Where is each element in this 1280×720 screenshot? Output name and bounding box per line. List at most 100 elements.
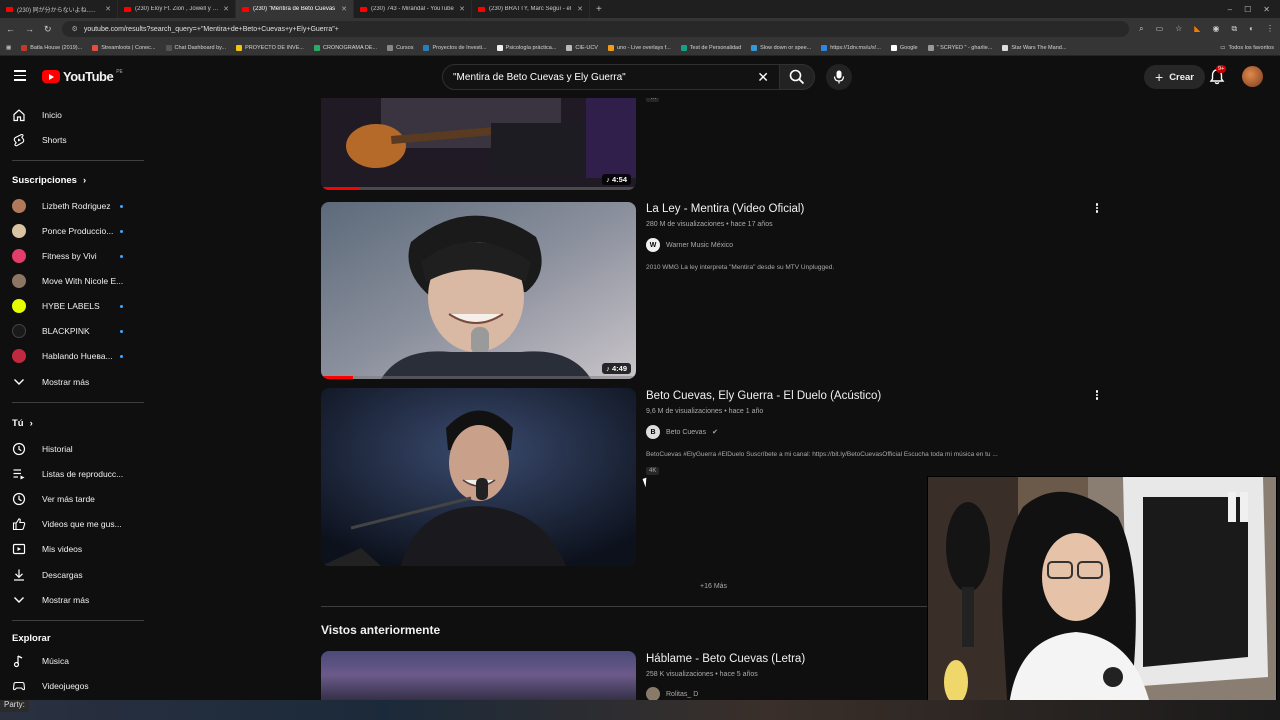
sidebar-item-subscription[interactable]: Ponce Produccio...: [0, 219, 150, 243]
bookmark-label: Cursos: [396, 44, 414, 51]
browser-tab[interactable]: (230) Eloy Ft. Zion , Jowell y Ra ✕: [118, 0, 236, 18]
extensions-puzzle-icon[interactable]: ⧉: [1231, 24, 1237, 34]
sidebar-item-subscription[interactable]: Fitness by Vivi: [0, 244, 150, 268]
create-button[interactable]: + Crear: [1144, 65, 1206, 89]
bookmark-item[interactable]: Psicología práctica...: [496, 44, 556, 51]
extension-icon[interactable]: ◣: [1194, 24, 1200, 34]
video-title[interactable]: La Ley - Mentira (Video Oficial): [646, 203, 804, 215]
browser-tab[interactable]: (230) 743 - Mirandal - YouTube ✕: [354, 0, 472, 18]
bookmark-item[interactable]: Star Wars The Mand...: [1002, 44, 1066, 51]
profile-icon[interactable]: ◐: [1249, 24, 1254, 34]
close-tab-icon[interactable]: ✕: [223, 5, 229, 13]
bookmark-item[interactable]: Chat Dashboard by...: [165, 44, 227, 51]
back-icon[interactable]: ←: [6, 24, 15, 34]
chevron-right-icon: ›: [29, 418, 33, 429]
extension-icon[interactable]: ◉: [1212, 24, 1219, 34]
bookmark-item[interactable]: Google: [890, 44, 918, 51]
reload-icon[interactable]: ↻: [44, 24, 52, 35]
chevron-right-icon: ›: [82, 175, 87, 186]
sidebar-item-subscription[interactable]: HYBE LABELS: [0, 294, 150, 318]
you-show-more[interactable]: Mostrar más: [0, 588, 150, 612]
sidebar-item-music[interactable]: Música: [0, 649, 150, 673]
more-actions-icon[interactable]: [1094, 389, 1100, 403]
video-title[interactable]: Beto Cuevas, Ely Guerra - El Duelo (Acús…: [646, 390, 881, 402]
bookmark-item[interactable]: Test de Personalidad: [680, 44, 741, 51]
status-text: Party:: [0, 700, 29, 712]
subscription-label: Lizbeth Rodriguez: [42, 201, 111, 211]
browser-tab-active[interactable]: (230) "Mentira de Beto Cuevas ✕: [236, 0, 354, 18]
bookmark-item[interactable]: CRONOGRAMA DE...: [313, 44, 377, 51]
browser-tab[interactable]: (230) BRATTY, Marc Seguí - el ✕: [472, 0, 590, 18]
sidebar-item-inicio[interactable]: Inicio: [0, 103, 150, 127]
video-thumbnail[interactable]: [321, 388, 636, 566]
search-button[interactable]: [779, 64, 815, 90]
sidebar-item-subscription[interactable]: Lizbeth Rodriguez: [0, 194, 150, 218]
zoom-icon[interactable]: ⌕: [1139, 24, 1143, 34]
channel-name: Rolitas_ D: [666, 690, 699, 698]
tab-title: (230) BRATTY, Marc Seguí - el: [489, 6, 572, 12]
cast-icon[interactable]: ▭: [1156, 24, 1164, 34]
minimize-icon[interactable]: –: [1228, 5, 1232, 14]
sidebar-item-shorts[interactable]: Shorts: [0, 128, 150, 152]
video-thumbnail[interactable]: ♪ 4:49: [321, 202, 636, 379]
all-bookmarks-folder[interactable]: ▭ Todos los favoritos: [1220, 45, 1274, 51]
sidebar-item-gaming[interactable]: Videojuegos: [0, 674, 150, 698]
site-info-icon[interactable]: ⚙: [72, 25, 78, 33]
account-avatar[interactable]: [1242, 66, 1263, 87]
browser-menu-icon[interactable]: ⋮: [1266, 24, 1274, 34]
new-content-dot: [120, 204, 123, 208]
more-results-link[interactable]: +16 Más: [700, 583, 727, 590]
sidebar-item-subscription[interactable]: Move With Nicole E...: [0, 269, 150, 293]
sidebar-item-liked-videos[interactable]: Videos que me gus...: [0, 512, 150, 536]
bookmark-item[interactable]: Cursos: [387, 44, 414, 51]
menu-hamburger-icon[interactable]: [14, 70, 26, 81]
sidebar-item-historial[interactable]: Historial: [0, 437, 150, 461]
close-tab-icon[interactable]: ✕: [459, 5, 465, 13]
video-meta: 258 K visualizaciones • hace 5 años: [646, 671, 758, 678]
subscriptions-show-more[interactable]: Mostrar más: [0, 370, 150, 394]
sidebar-item-label: Listas de reproducc...: [42, 469, 124, 479]
close-tab-icon[interactable]: ✕: [105, 5, 111, 13]
video-title[interactable]: Háblame - Beto Cuevas (Letra): [646, 653, 805, 665]
bookmark-item[interactable]: Proyectos de Investi...: [423, 44, 487, 51]
bookmark-item[interactable]: " SCRYED " - gharlie...: [927, 44, 992, 51]
sidebar-item-playlists[interactable]: Listas de reproducc...: [0, 462, 150, 486]
sidebar-item-subscription[interactable]: Hablando Huева...: [0, 344, 150, 368]
bookmark-label: Chat Dashboard by...: [174, 44, 227, 51]
bookmark-item[interactable]: Slow down or spee...: [751, 44, 811, 51]
bookmark-item[interactable]: Streamloots | Conec...: [92, 44, 156, 51]
browser-tab[interactable]: (230) 同が分からないよね..この ✕: [0, 0, 118, 18]
url-field[interactable]: ⚙ youtube.com/results?search_query=+"Men…: [61, 21, 1130, 37]
bookmark-item[interactable]: PROYECTO DE INVE...: [236, 44, 304, 51]
subscriptions-heading[interactable]: Suscripciones ›: [12, 175, 86, 186]
close-tab-icon[interactable]: ✕: [341, 5, 347, 13]
youtube-logo[interactable]: YouTube PE: [42, 69, 123, 84]
maximize-icon[interactable]: ☐: [1244, 5, 1251, 14]
bookmark-item[interactable]: https://1drv.ms/u/s!...: [821, 44, 881, 51]
search-input[interactable]: "Mentira de Beto Cuevas y Ely Guerra" ✕: [442, 64, 780, 90]
new-tab-icon[interactable]: +: [590, 4, 608, 15]
sidebar-item-subscription[interactable]: BLACKPINK: [0, 319, 150, 343]
channel-link[interactable]: Rolitas_ D: [646, 687, 698, 700]
sidebar-item-watch-later[interactable]: Ver más tarde: [0, 487, 150, 511]
video-thumbnail[interactable]: [321, 651, 636, 700]
channel-link[interactable]: W Warner Music México: [646, 238, 733, 252]
clear-search-icon[interactable]: ✕: [757, 69, 769, 86]
close-window-icon[interactable]: ✕: [1263, 5, 1270, 14]
you-heading[interactable]: Tú ›: [12, 418, 33, 429]
bookmark-item[interactable]: uno - Live overlays f...: [607, 44, 671, 51]
sidebar-item-my-videos[interactable]: Mis videos: [0, 537, 150, 561]
subscription-label: Ponce Produccio...: [42, 226, 114, 236]
apps-grid-icon[interactable]: ▦: [6, 45, 11, 51]
bookmark-item[interactable]: Batla House (2019)...: [21, 44, 82, 51]
bookmark-star-icon[interactable]: ☆: [1175, 24, 1182, 34]
channel-link[interactable]: B Beto Cuevas ✔: [646, 425, 718, 439]
close-tab-icon[interactable]: ✕: [577, 5, 583, 13]
video-thumbnail[interactable]: ♪ 4:54: [321, 98, 636, 190]
bookmark-item[interactable]: CIE-UCV: [566, 44, 598, 51]
voice-search-button[interactable]: [826, 64, 852, 90]
more-actions-icon[interactable]: [1094, 202, 1100, 216]
channel-avatar: [12, 224, 26, 238]
sidebar-item-downloads[interactable]: Descargas: [0, 563, 150, 587]
forward-icon[interactable]: →: [25, 24, 34, 34]
